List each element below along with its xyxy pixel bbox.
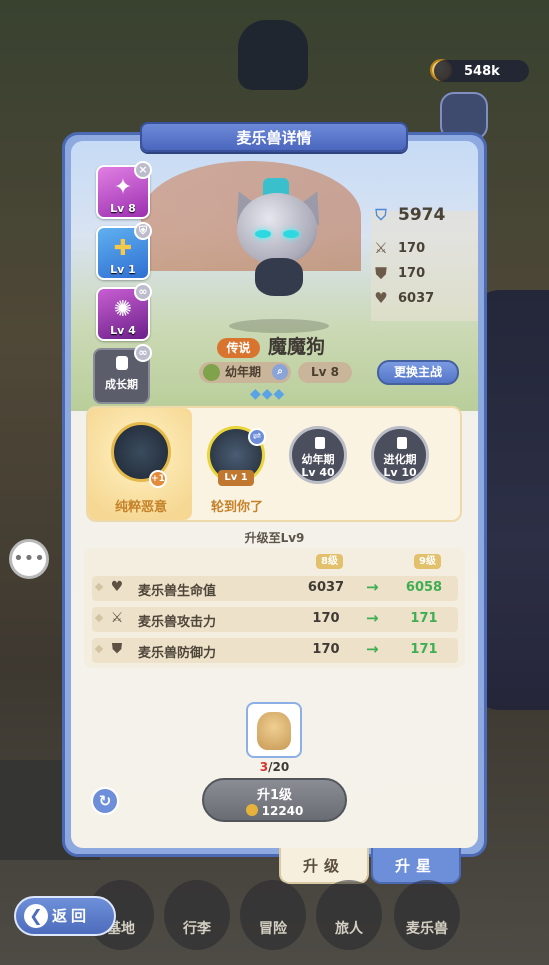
current-level-tag: 8级 [316, 554, 343, 569]
gold-amount: 548k [464, 63, 500, 79]
attack-value: 170 [398, 240, 426, 256]
arrow-right-icon: → [366, 640, 379, 658]
shield-power-icon: ⛉ [375, 206, 387, 224]
evolution-name: 幼年期 [301, 453, 335, 466]
gold-counter: 548k [434, 60, 529, 82]
nav-bag[interactable]: 行李 [164, 880, 230, 950]
power-value: 5974 [398, 205, 446, 225]
stage-pill[interactable]: 幼年期 ⌕ [199, 362, 291, 383]
power-stat: ⛉ 5974 [372, 205, 445, 225]
skill-level-badge: Lv 1 [218, 470, 254, 486]
nav-pets[interactable]: 麦乐兽 [394, 880, 460, 950]
row-next-value: 171 [410, 611, 438, 626]
pet-body [255, 258, 303, 296]
pet-eye-right [283, 230, 299, 238]
panel-title: 麦乐兽详情 [140, 122, 408, 152]
link-badge-icon: ∞ [134, 344, 152, 362]
swords-icon: ⚔ [110, 610, 124, 626]
nav-traveler[interactable]: 旅人 [316, 880, 382, 950]
upgrade-material-slot[interactable] [246, 702, 302, 758]
back-label: 返回 [52, 907, 91, 925]
upgrade-row-defense: ⛊ 麦乐兽防御力 170 → 171 [92, 638, 458, 663]
pet-head [237, 193, 317, 265]
shield-badge-icon: ⛨ [134, 222, 152, 240]
chat-bubble-icon[interactable]: ••• [9, 539, 49, 579]
skill-label-your-turn: 轮到你了 [210, 500, 263, 515]
rarity-badge: 传说 [217, 338, 260, 358]
stage-label: 幼年期 [225, 365, 262, 379]
material-count-current: 3 [259, 760, 269, 774]
remove-badge-icon[interactable]: × [134, 161, 152, 179]
lock-icon [397, 437, 407, 449]
skill-label-malice: 纯粹恶意 [114, 500, 167, 515]
locked-evolution-juvenile[interactable]: 幼年期 Lv 40 [289, 426, 347, 484]
upgrade-title: 升级至Lv9 [244, 531, 305, 545]
swap-icon[interactable]: ⇌ [248, 428, 266, 446]
evolution-name: 进化期 [383, 453, 417, 466]
hp-value: 6037 [398, 290, 435, 306]
shield-icon: ⛊ [111, 641, 123, 657]
chevron-left-icon: ❮ [24, 904, 48, 928]
row-current-value: 6037 [307, 580, 345, 595]
side-monster-level: Lv 4 [110, 324, 136, 337]
lock-icon [116, 356, 128, 370]
star-rating: ◆◆◆ [250, 386, 286, 402]
evolution-level: Lv 10 [383, 466, 417, 479]
pet-illustration[interactable] [224, 178, 335, 308]
row-next-value: 171 [410, 642, 438, 657]
lock-icon [315, 437, 325, 449]
side-monster-level: Lv 8 [110, 202, 136, 215]
pet-name: 魔魔狗 [268, 336, 326, 358]
level-up-cost-value: 12240 [261, 804, 304, 818]
arrow-right-icon: → [366, 609, 379, 627]
heart-icon: ♥ [374, 289, 388, 307]
level-up-cost: 12240 [204, 804, 345, 818]
side-monster-level: Lv 1 [110, 263, 136, 276]
defense-stat: ⛊ 170 [372, 264, 425, 282]
upgrade-row-attack: ⚔ 麦乐兽攻击力 170 → 171 [92, 607, 458, 632]
tab-upgrade[interactable]: 升级 [279, 848, 369, 884]
heart-icon: ♥ [110, 579, 124, 595]
defense-value: 170 [398, 265, 426, 281]
level-up-button[interactable]: 升1级 12240 [202, 778, 347, 822]
pet-food-bag-icon [257, 712, 291, 750]
locked-evolution-evolved[interactable]: 进化期 Lv 10 [371, 426, 429, 484]
back-button[interactable]: ❮ 返回 [14, 896, 116, 936]
upgrade-row-hp: ♥ 麦乐兽生命值 6037 → 6058 [92, 576, 458, 601]
evolution-level: Lv 40 [301, 466, 335, 479]
material-count: 3/20 [0, 760, 549, 774]
row-bullet [94, 644, 104, 654]
pet-shadow [229, 319, 329, 333]
level-up-label: 升1级 [256, 788, 293, 803]
sprout-icon [203, 364, 220, 381]
row-current-value: 170 [312, 642, 340, 657]
attack-stat: ⚔ 170 [372, 239, 425, 257]
material-count-total: /20 [268, 760, 290, 774]
panel-title-text: 麦乐兽详情 [236, 128, 312, 147]
row-current-value: 170 [312, 611, 340, 626]
swords-icon: ⚔ [374, 239, 388, 257]
reset-icon[interactable]: ↻ [91, 787, 119, 815]
row-next-value: 6058 [405, 580, 443, 595]
skill-plus-badge: +1 [149, 470, 167, 488]
arrow-right-icon: → [366, 578, 379, 596]
coin-icon [245, 804, 258, 816]
row-label: 麦乐兽攻击力 [138, 615, 217, 630]
link-badge-icon: ∞ [134, 283, 152, 301]
row-bullet [94, 613, 104, 623]
pet-level: Lv 8 [298, 362, 352, 383]
magnifier-icon[interactable]: ⌕ [272, 364, 288, 380]
tab-star-up[interactable]: 升星 [371, 848, 461, 884]
row-label: 麦乐兽防御力 [138, 646, 217, 661]
shield-icon: ⛊ [375, 264, 387, 282]
switch-main-button[interactable]: 更换主战 [377, 360, 459, 385]
nav-adventure[interactable]: 冒险 [240, 880, 306, 950]
row-bullet [94, 582, 104, 592]
growth-label: 成长期 [105, 378, 138, 391]
pet-eye-left [255, 230, 271, 238]
hp-stat: ♥ 6037 [372, 289, 434, 307]
next-level-tag: 9级 [414, 554, 441, 569]
row-label: 麦乐兽生命值 [138, 584, 217, 599]
